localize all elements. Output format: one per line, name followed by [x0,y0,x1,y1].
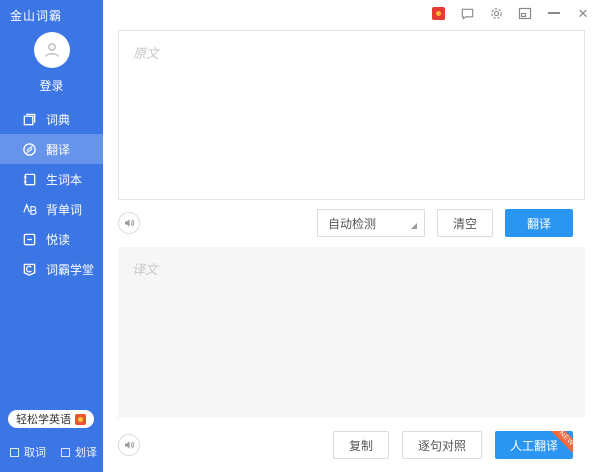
sidebar-item-dictionary[interactable]: 词典 [0,104,103,134]
sidebar-item-label: 悦读 [46,231,70,248]
speaker-icon [123,439,135,451]
sidebar-item-label: 词霸学堂 [46,261,94,278]
translate-button[interactable]: 翻译 [505,209,573,237]
result-placeholder: 译文 [132,262,158,277]
source-text-area [118,30,585,200]
minimize-button[interactable] [546,5,562,21]
sidebar: 金山词霸 登录 词典 [0,0,103,472]
account-section: 登录 [0,32,103,94]
avatar[interactable] [34,32,70,68]
language-detect-select[interactable]: 自动检测 [317,209,425,237]
titlebar-controls: ✕ [103,0,600,26]
app-title: 金山词霸 [0,0,103,24]
sidebar-bottom: 轻松学英语 取词 划译 [0,410,103,472]
sidebar-item-translate[interactable]: 翻译 [0,134,103,164]
human-translate-button[interactable]: 人工翻译 NEW [495,431,573,459]
speech-bubble-icon [460,6,475,21]
dropdown-corner-icon [411,223,417,229]
sidebar-item-label: 背单词 [46,201,82,218]
result-panel: 译文 [118,247,585,418]
source-speak-button[interactable] [118,212,140,234]
sidebar-item-label: 词典 [46,111,70,128]
promo-gift-icon [75,414,86,425]
source-text-input[interactable] [119,31,584,199]
sidebar-item-school[interactable]: 词霸学堂 [0,254,103,284]
select-translate-toggle[interactable]: 划译 [61,444,97,460]
select-translate-checkbox[interactable] [61,448,70,457]
minimize-icon [548,12,560,14]
feedback-button[interactable] [459,5,475,21]
sidebar-item-reading[interactable]: 悦读 [0,224,103,254]
gear-icon [489,6,504,21]
login-button[interactable]: 登录 [39,77,63,94]
mini-window-icon [518,7,532,20]
notebook-icon [21,171,37,187]
school-icon [21,261,37,277]
clear-button[interactable]: 清空 [437,209,493,237]
settings-button[interactable] [488,5,504,21]
reading-icon [21,231,37,247]
translate-icon [21,141,37,157]
sidebar-item-label: 翻译 [46,141,70,158]
capture-word-toggle[interactable]: 取词 [10,444,46,460]
sidebar-item-wordbook[interactable]: 生词本 [0,164,103,194]
dictionary-icon [21,111,37,127]
ab-letters-icon [21,201,37,217]
mini-window-button[interactable] [517,5,533,21]
sidebar-item-memorize[interactable]: 背单词 [0,194,103,224]
capture-toggles: 取词 划译 [0,428,103,466]
speaker-icon [123,217,135,229]
promo-label: 轻松学英语 [16,411,71,427]
learn-english-promo[interactable]: 轻松学英语 [8,410,94,428]
sidebar-item-label: 生词本 [46,171,82,188]
translate-toolbar: 自动检测 清空 翻译 [103,200,600,246]
close-icon: ✕ [578,7,589,20]
user-icon [42,40,62,60]
copy-button[interactable]: 复制 [333,431,389,459]
language-detect-value: 自动检测 [328,215,376,232]
new-badge: NEW [549,431,573,455]
promo-button[interactable] [430,5,446,21]
main-panel: ✕ 自动检测 清空 翻译 [103,0,600,472]
gift-icon [432,7,445,20]
result-speak-button[interactable] [118,434,140,456]
capture-word-checkbox[interactable] [10,448,19,457]
sidebar-menu: 词典 翻译 生词本 [0,104,103,284]
sentence-compare-button[interactable]: 逐句对照 [402,431,482,459]
result-toolbar: 复制 逐句对照 人工翻译 NEW [103,418,600,472]
close-button[interactable]: ✕ [575,5,591,21]
app-window: 金山词霸 登录 词典 [0,0,600,472]
